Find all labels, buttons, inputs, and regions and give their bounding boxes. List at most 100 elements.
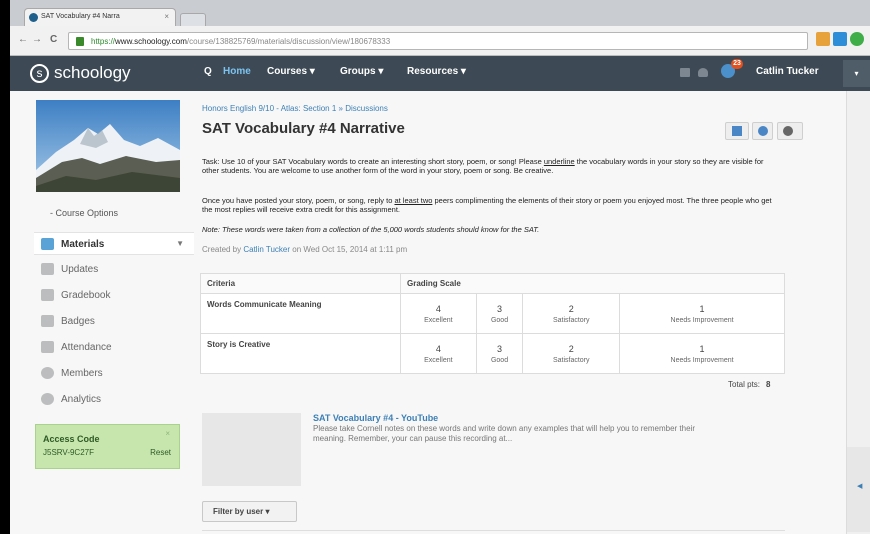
level-points: 1: [699, 303, 705, 314]
course-image: [36, 100, 180, 192]
tab-strip: SAT Vocabulary #4 Narra ×: [10, 0, 870, 26]
level-label: Needs Improvement: [670, 316, 734, 324]
sidebar-item-gradebook[interactable]: Gradebook: [34, 284, 194, 307]
attachment-title-link[interactable]: SAT Vocabulary #4 - YouTube: [313, 413, 438, 423]
sidebar-item-updates[interactable]: Updates: [34, 258, 194, 281]
sidebar-item-analytics[interactable]: Analytics: [34, 388, 194, 411]
reply-paragraph: Once you have posted your story, poem, o…: [202, 196, 782, 214]
analytics-button[interactable]: [725, 122, 749, 140]
url-path: /course/138825769/materials/discussion/v…: [186, 37, 391, 46]
created-suffix: on Wed Oct 15, 2014 at 1:11 pm: [290, 245, 408, 254]
url-scheme: https://: [91, 37, 116, 46]
new-tab-button[interactable]: [180, 13, 206, 26]
rubric-criterion: Words Communicate Meaning: [200, 293, 401, 334]
search-icon[interactable]: Q: [204, 66, 212, 77]
page-body: - Course Options Materials ▼ Updates Gra…: [10, 91, 870, 534]
reload-icon[interactable]: C: [50, 34, 57, 45]
sidebar-item-label: Materials: [61, 239, 105, 250]
navigation-row: ← → C https://www.schoology.com/course/1…: [10, 26, 870, 56]
access-code-title: Access Code: [43, 434, 100, 444]
level-label: Excellent: [424, 356, 453, 364]
breadcrumb[interactable]: Honors English 9/10 - Atlas: Section 1 »…: [202, 104, 388, 113]
tab-title: SAT Vocabulary #4 Narra: [41, 13, 120, 20]
close-tab-icon[interactable]: ×: [164, 12, 169, 21]
access-code-value: J5SRV-9C27F: [43, 448, 94, 457]
sidebar-item-materials[interactable]: Materials ▼: [34, 232, 194, 255]
lock-icon: [76, 37, 84, 46]
task-text-pre: Task: Use 10 of your SAT Vocabulary word…: [202, 157, 544, 166]
extension-icon[interactable]: [833, 32, 847, 46]
rubric-level: 2 Satisfactory: [522, 293, 621, 334]
user-name[interactable]: Catlin Tucker: [756, 66, 819, 77]
created-by-line: Created by Catlin Tucker on Wed Oct 15, …: [202, 245, 407, 254]
level-points: 4: [435, 303, 441, 314]
filter-by-user-button[interactable]: Filter by user ▾: [202, 501, 297, 522]
total-value: 8: [766, 380, 771, 389]
level-label: Excellent: [424, 316, 453, 324]
nav-courses[interactable]: Courses ▾: [267, 66, 315, 77]
schoology-logo[interactable]: s schoology: [30, 63, 131, 83]
requests-icon[interactable]: [698, 68, 708, 77]
table-row: Words Communicate Meaning 4 Excellent 3 Go…: [200, 293, 785, 334]
gear-icon: [783, 126, 793, 136]
created-prefix: Created by: [202, 245, 244, 254]
info-button[interactable]: [752, 122, 773, 140]
access-code-box: × Access Code J5SRV-9C27F Reset: [35, 424, 180, 469]
info-icon: [758, 126, 768, 136]
author-link[interactable]: Catlin Tucker: [243, 245, 290, 254]
task-paragraph: Task: Use 10 of your SAT Vocabulary word…: [202, 157, 782, 175]
notification-badge: 23: [731, 59, 743, 69]
rubric-header-scale: Grading Scale: [400, 273, 785, 294]
back-icon[interactable]: ←: [18, 34, 28, 45]
extension-icon[interactable]: [850, 32, 864, 46]
settings-button[interactable]: [777, 122, 803, 140]
browser-tab[interactable]: SAT Vocabulary #4 Narra ×: [24, 8, 176, 26]
rubric-criterion: Story is Creative: [200, 333, 401, 374]
gradebook-icon: [41, 289, 54, 301]
analytics-icon: [41, 393, 54, 405]
attendance-icon: [41, 341, 54, 353]
badges-icon: [41, 315, 54, 327]
course-options-link[interactable]: - Course Options: [50, 208, 118, 218]
rubric-level: 1 Needs Improvement: [619, 293, 785, 334]
chevron-down-icon[interactable]: ▼: [176, 239, 184, 248]
total-label: Total pts:: [728, 380, 761, 389]
rubric-level: 1 Needs Improvement: [619, 333, 785, 374]
nav-resources[interactable]: Resources ▾: [407, 66, 466, 77]
extension-icon[interactable]: [816, 32, 830, 46]
level-label: Good: [490, 316, 509, 324]
table-row: Story is Creative 4 Excellent 3 Good 2 Sati…: [200, 333, 785, 374]
main-content: Honors English 9/10 - Atlas: Section 1 »…: [200, 91, 805, 534]
task-text-underline: underline: [543, 157, 575, 166]
sidebar-item-members[interactable]: Members: [34, 362, 194, 385]
rubric-level: 3 Good: [475, 333, 524, 374]
sidebar-item-label: Attendance: [61, 342, 112, 353]
rubric-header-row: Criteria Grading Scale: [200, 273, 785, 294]
video-thumbnail[interactable]: [202, 413, 301, 486]
nav-groups[interactable]: Groups ▾: [340, 66, 383, 77]
reply-text-pre: Once you have posted your story, poem, o…: [202, 196, 395, 205]
forward-icon[interactable]: →: [32, 34, 42, 45]
sidebar-item-label: Badges: [61, 316, 95, 327]
chevron-left-icon: ◀: [857, 483, 863, 490]
right-panel: ◀: [846, 91, 870, 534]
messages-icon[interactable]: [680, 68, 690, 77]
rubric-level: 3 Good: [475, 293, 524, 334]
close-icon[interactable]: ×: [165, 429, 170, 438]
members-icon: [41, 367, 54, 379]
page-title: SAT Vocabulary #4 Narrative: [202, 120, 405, 137]
sidebar-item-label: Updates: [61, 264, 99, 275]
chart-icon: [732, 126, 742, 136]
sidebar-item-badges[interactable]: Badges: [34, 310, 194, 333]
panel-toggle-handle[interactable]: ◀: [847, 447, 870, 532]
nav-home[interactable]: Home: [223, 66, 251, 77]
browser-chrome: SAT Vocabulary #4 Narra × ← → C https://…: [10, 0, 870, 56]
address-bar[interactable]: https://www.schoology.com/course/1388257…: [68, 32, 808, 50]
reset-link[interactable]: Reset: [150, 448, 171, 457]
level-points: 3: [497, 343, 503, 354]
sidebar-item-attendance[interactable]: Attendance: [34, 336, 194, 359]
logo-mark: s: [30, 64, 49, 83]
user-menu-button[interactable]: ▾: [843, 60, 870, 87]
level-points: 2: [568, 303, 574, 314]
reply-text-underline: at least two: [394, 196, 433, 205]
